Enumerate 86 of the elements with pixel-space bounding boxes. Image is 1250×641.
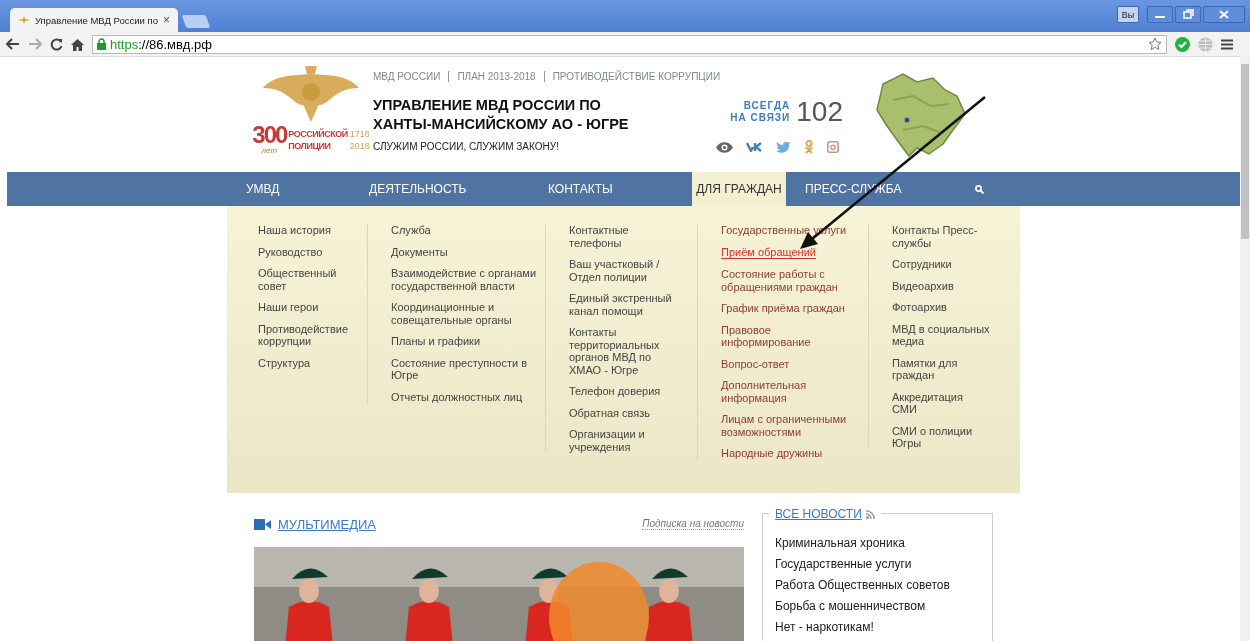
news-link[interactable]: Работа Общественных советов xyxy=(775,578,992,592)
menu-link[interactable]: Контактные телефоны xyxy=(569,224,673,249)
person-icon[interactable] xyxy=(804,140,814,154)
menu-link[interactable]: Планы и графики xyxy=(391,335,537,348)
subscribe-link[interactable]: Подписка на новости xyxy=(642,518,744,530)
menu-link[interactable]: Правовое информирование xyxy=(721,323,850,349)
eye-icon[interactable] xyxy=(716,141,733,153)
logo-year: 1718 xyxy=(349,127,370,140)
nav-tab[interactable]: УМВД xyxy=(227,172,350,206)
close-icon[interactable] xyxy=(1203,6,1245,23)
menu-link[interactable]: Руководство xyxy=(258,245,353,258)
top-link[interactable]: ПЛАН 2013-2018 xyxy=(448,71,544,82)
vk-icon[interactable] xyxy=(746,142,763,152)
reload-icon[interactable] xyxy=(50,37,63,51)
tab-title: Управление МВД России по xyxy=(35,14,158,26)
profile-button[interactable]: Вы xyxy=(1117,6,1139,23)
menu-link[interactable]: Фотоархив xyxy=(892,301,990,314)
menu-link[interactable]: Видеоархив xyxy=(892,279,990,292)
menu-link[interactable]: Контакты территориальных органов МВД по ХМАО - Югре xyxy=(569,326,673,376)
new-tab-button[interactable] xyxy=(181,15,211,28)
menu-link[interactable]: Дополнительная информация xyxy=(721,379,850,404)
nav-tab[interactable]: ДЛЯ ГРАЖДАН xyxy=(692,172,786,206)
hotline-number: 102 xyxy=(796,96,843,128)
browser-tab[interactable]: Управление МВД России по × xyxy=(10,8,178,32)
news-link[interactable]: Криминальная хроника xyxy=(775,536,992,550)
rss-icon[interactable] xyxy=(865,509,875,519)
menu-link[interactable]: Лицам с ограниченными возможностями xyxy=(721,413,850,438)
menu-link[interactable]: Аккредитация СМИ xyxy=(892,390,990,416)
menu-link[interactable]: Состояние работы с обращениями граждан xyxy=(721,268,850,293)
menu-link[interactable]: Народные дружины xyxy=(721,447,850,460)
menu-link[interactable]: Телефон доверия xyxy=(569,385,673,398)
menu-link[interactable]: Наши герои xyxy=(258,301,353,314)
logo-text: РОССИЙСКОЙ xyxy=(288,127,348,140)
news-link[interactable]: Борьба с мошенничеством xyxy=(775,599,992,613)
menu-link[interactable]: Состояние преступности в Югре xyxy=(391,356,537,382)
url-text: https://86.мвд.рф xyxy=(110,36,212,52)
menu-link[interactable]: Структура xyxy=(258,356,353,369)
top-link[interactable]: ПРОТИВОДЕЙСТВИЕ КОРРУПЦИИ xyxy=(543,71,729,82)
address-bar[interactable]: https://86.мвд.рф xyxy=(92,34,1167,54)
minimize-icon[interactable] xyxy=(1147,6,1173,23)
eagle-emblem-icon xyxy=(263,66,359,122)
menu-link[interactable]: СМИ о полиции Югры xyxy=(892,424,990,450)
menu-link[interactable]: Документы xyxy=(391,245,537,258)
restore-icon[interactable] xyxy=(1175,6,1201,23)
search-icon[interactable] xyxy=(975,184,984,194)
menu-link[interactable]: Общественный совет xyxy=(258,267,353,292)
camera-icon[interactable] xyxy=(827,141,839,153)
logo-year: 2018 xyxy=(349,139,370,152)
menu-link[interactable]: Единый экстренный канал помощи xyxy=(569,292,673,317)
nav-tab[interactable]: КОНТАКТЫ xyxy=(529,172,692,206)
years-label: лет xyxy=(261,146,278,155)
anniversary-number: 300 xyxy=(252,124,287,146)
lock-icon xyxy=(97,38,106,50)
menu-link[interactable]: Отчеты должностных лиц xyxy=(391,390,537,403)
star-icon xyxy=(18,16,30,24)
menu-link[interactable]: Взаимодействие с органами государственной власти xyxy=(391,267,537,292)
section-link[interactable]: МУЛЬТИМЕДИА xyxy=(278,516,377,532)
check-icon[interactable] xyxy=(1175,36,1190,52)
bird-icon[interactable] xyxy=(776,141,791,153)
home-icon[interactable] xyxy=(71,37,84,51)
menu-link[interactable]: Вопрос-ответ xyxy=(721,357,850,370)
site-title: УПРАВЛЕНИЕ МВД РОССИИ ПО ХАНТЫ-МАНСИЙСКОМУ АО - ЮГРЕ xyxy=(373,96,630,134)
menu-icon[interactable] xyxy=(1221,38,1233,50)
menu-link[interactable]: Контакты Пресс-службы xyxy=(892,224,990,249)
menu-link[interactable]: Обратная связь xyxy=(569,406,673,419)
logo-text: ПОЛИЦИИ xyxy=(288,139,332,152)
menu-link[interactable]: Организации и учреждения xyxy=(569,428,673,453)
menu-link[interactable]: МВД в социальных медиа xyxy=(892,322,990,348)
news-link[interactable]: Государственные услуги xyxy=(775,557,992,571)
motto: СЛУЖИМ РОССИИ, СЛУЖИМ ЗАКОНУ! xyxy=(373,141,560,152)
menu-link[interactable]: Ваш участковый / Отдел полиции xyxy=(569,258,673,283)
back-icon[interactable] xyxy=(6,38,20,50)
bookmark-star-icon[interactable] xyxy=(1148,37,1162,51)
menu-link[interactable]: Координационные и совещательные органы xyxy=(391,301,537,326)
close-icon[interactable]: × xyxy=(163,13,170,27)
nav-tab[interactable]: ДЕЯТЕЛЬНОСТЬ xyxy=(350,172,529,206)
menu-link[interactable]: Памятки для граждан xyxy=(892,356,990,382)
menu-link[interactable]: Наша история xyxy=(258,224,353,237)
menu-link[interactable]: Сотрудники xyxy=(892,258,990,271)
hotline-label: ВСЕГДА НА СВЯЗИ xyxy=(730,100,791,124)
top-link[interactable]: МВД РОССИИ xyxy=(373,71,449,82)
video-camera-icon xyxy=(254,518,271,530)
news-link[interactable]: Нет - наркотикам! xyxy=(775,620,992,634)
menu-link[interactable]: Служба xyxy=(391,224,537,237)
menu-link[interactable]: Противодействие коррупции xyxy=(258,322,353,348)
menu-link[interactable]: График приёма граждан xyxy=(721,302,850,315)
